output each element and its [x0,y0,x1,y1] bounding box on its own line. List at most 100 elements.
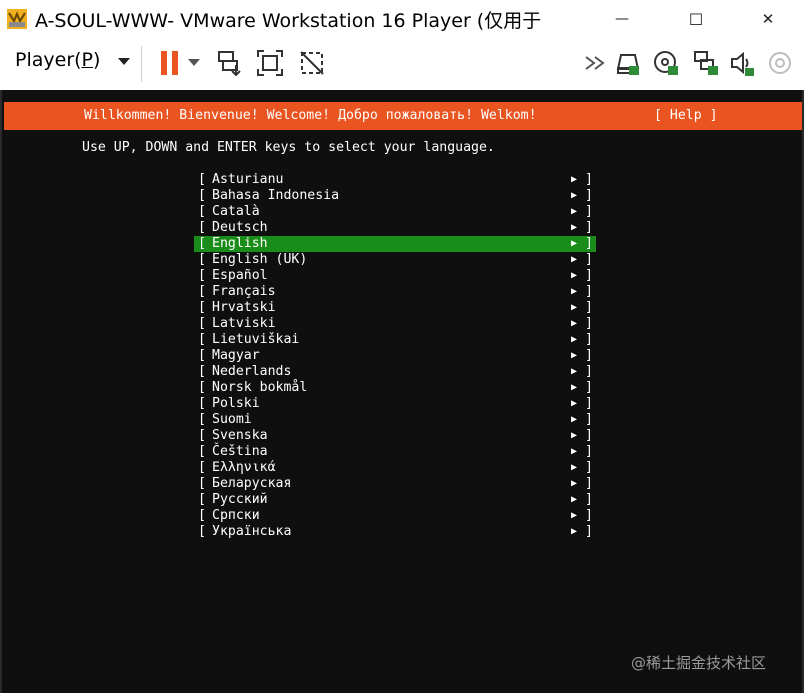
language-option[interactable]: [ Ελληνικά ▶] [194,460,596,476]
language-option[interactable]: [Polski ▶] [194,396,596,412]
language-option[interactable]: [Français ▶] [194,284,596,300]
language-option[interactable]: [Norsk bokmål ▶] [194,380,596,396]
send-ctrl-alt-del-button[interactable] [216,48,244,78]
network-button[interactable] [692,48,720,78]
language-option[interactable]: [Русский ▶] [194,492,596,508]
bracket-left: [ [198,524,206,539]
bracket-left: [ [198,476,206,491]
hard-disk-button[interactable] [614,48,642,78]
more-devices-button[interactable] [582,48,610,78]
language-option[interactable]: [Bahasa Indonesia ▶] [194,188,596,204]
bracket-left: [ [198,444,206,459]
title-bar: A-SOUL-WWW- VMware Workstation 16 Player… [0,0,804,38]
language-option[interactable]: [Latviski ▶] [194,316,596,332]
fit-guest-button[interactable] [256,48,284,78]
bracket-right: ] [585,204,593,219]
language-label: Español [212,268,268,283]
sound-button[interactable] [728,48,756,78]
language-option[interactable]: [Беларуская ▶] [194,476,596,492]
vm-console[interactable]: Willkommen! Bienvenue! Welcome! Добро по… [0,90,804,693]
language-option[interactable]: [Español ▶] [194,268,596,284]
sound-icon [731,51,754,76]
maximize-button[interactable]: ☐ [666,0,726,38]
language-option[interactable]: [Nederlands ▶] [194,364,596,380]
arrow-right-icon: ▶ [571,446,578,457]
bracket-left: [ [198,252,206,267]
bracket-right: ] [585,236,593,251]
arrow-right-icon: ▶ [571,318,578,329]
pause-button[interactable] [156,48,184,78]
language-label: Русский [212,492,268,507]
arrow-right-icon: ▶ [571,414,578,425]
language-option[interactable]: [Српски ▶] [194,508,596,524]
bracket-right: ] [585,332,593,347]
minimize-button[interactable]: — [592,0,652,38]
window-title: A-SOUL-WWW- VMware Workstation 16 Player… [35,10,542,32]
bracket-left: [ [198,316,206,331]
toolbar-separator [141,46,142,82]
language-label: English (UK) [212,252,308,267]
usb-icon [769,52,791,74]
arrow-right-icon: ▶ [571,238,578,249]
send-ctrl-alt-del-icon [218,51,241,77]
bracket-left: [ [198,236,206,251]
arrow-right-icon: ▶ [571,478,578,489]
arrow-right-icon: ▶ [571,462,578,473]
bracket-right: ] [585,316,593,331]
power-options-dropdown[interactable] [184,48,204,78]
bracket-left: [ [198,492,206,507]
language-label: English [212,236,268,251]
language-option[interactable]: [Magyar ▶] [194,348,596,364]
language-label: Français [212,284,276,299]
language-option[interactable]: [Hrvatski ▶] [194,300,596,316]
arrow-right-icon: ▶ [571,398,578,409]
bracket-right: ] [585,348,593,363]
language-option[interactable]: [Català ▶] [194,204,596,220]
bracket-left: [ [198,172,206,187]
welcome-banner: Willkommen! Bienvenue! Welcome! Добро по… [4,102,802,130]
bracket-left: [ [198,460,206,475]
language-option[interactable]: [Lietuviškai ▶] [194,332,596,348]
player-menu-caret-icon[interactable] [118,58,130,65]
fit-guest-icon [257,50,283,76]
language-label: Asturianu [212,172,284,187]
arrow-right-icon: ▶ [571,174,578,185]
unity-icon [300,51,324,75]
dropdown-caret-icon [188,59,200,66]
language-option[interactable]: [Українська ▶] [194,524,596,540]
language-label: Српски [212,508,260,523]
player-menu[interactable]: Player(P) [15,49,100,71]
language-option[interactable]: [Suomi ▶] [194,412,596,428]
bracket-left: [ [198,188,206,203]
double-chevron-icon [585,56,605,70]
bracket-right: ] [585,444,593,459]
bracket-left: [ [198,284,206,299]
help-button[interactable]: [ Help ] [654,108,718,124]
arrow-right-icon: ▶ [571,366,578,377]
language-option[interactable]: [Svenska ▶] [194,428,596,444]
language-label: Ελληνικά [212,460,276,475]
bracket-left: [ [198,380,206,395]
bracket-right: ] [585,220,593,235]
arrow-right-icon: ▶ [571,526,578,537]
language-option[interactable]: [ Čeština ▶] [194,444,596,460]
bracket-right: ] [585,460,593,475]
arrow-right-icon: ▶ [571,270,578,281]
bracket-left: [ [198,204,206,219]
language-label: Čeština [212,444,268,459]
close-button[interactable]: ✕ [738,0,798,38]
language-label: Беларуская [212,476,292,491]
usb-button[interactable] [766,48,794,78]
bracket-right: ] [585,524,593,539]
language-label: Magyar [212,348,260,363]
language-option[interactable]: [ English ▶] [194,236,596,252]
bracket-right: ] [585,380,593,395]
cd-dvd-button[interactable] [652,48,680,78]
unity-button[interactable] [298,48,326,78]
arrow-right-icon: ▶ [571,222,578,233]
language-option[interactable]: [English (UK) ▶] [194,252,596,268]
language-label: Polski [212,396,260,411]
language-option[interactable]: [Deutsch ▶] [194,220,596,236]
language-option[interactable]: [Asturianu ▶] [194,172,596,188]
language-label: Svenska [212,428,268,443]
